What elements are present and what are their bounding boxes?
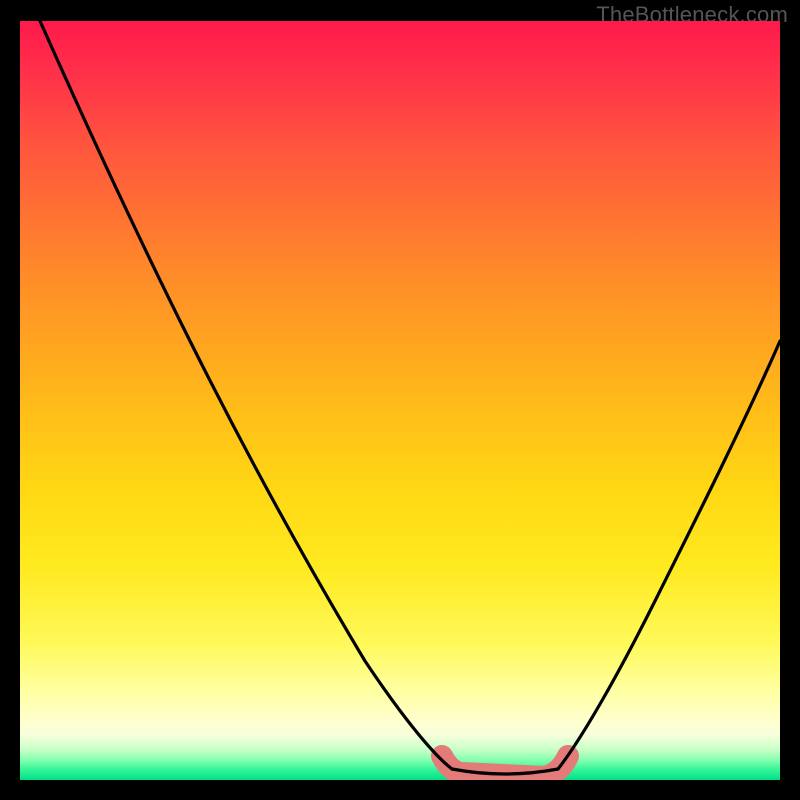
right-curve — [558, 341, 780, 769]
chart-stage: TheBottleneck.com — [0, 0, 800, 800]
left-curve — [40, 21, 452, 769]
curve-layer — [20, 21, 780, 780]
plot-area — [20, 21, 780, 780]
